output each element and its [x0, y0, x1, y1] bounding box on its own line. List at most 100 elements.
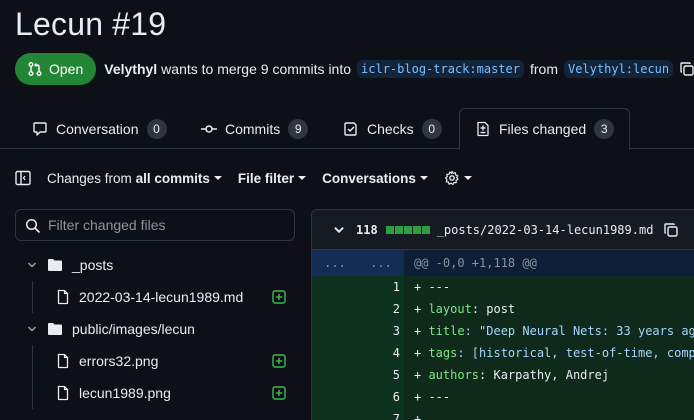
chevron-down-icon: [213, 176, 222, 180]
file-diff: 118 _posts/2022-03-14-lecun1989.md ... .…: [311, 209, 694, 420]
diffstat-square: [421, 225, 430, 234]
chevron-down-icon: [298, 176, 307, 180]
yaml-key: authors: [428, 368, 480, 382]
file-path[interactable]: _posts/2022-03-14-lecun1989.md: [437, 223, 654, 237]
chevron-down-icon: [27, 326, 37, 332]
folder-icon: [48, 259, 62, 271]
diffstat-square: [394, 225, 403, 234]
code-text: ---: [428, 390, 451, 404]
diff-line: 7 +: [312, 408, 694, 420]
file-filter-label: File filter: [237, 170, 295, 186]
diff-line: 1 + ---: [312, 276, 694, 298]
diff-line: 3 + title: "Deep Neural Nets: 33 years a…: [312, 320, 694, 342]
line-number[interactable]: 3: [358, 320, 404, 342]
pull-request-icon: [28, 62, 42, 76]
diff-line: 2 + layout: post: [312, 298, 694, 320]
file-diff-icon: [477, 121, 489, 137]
tab-count: 9: [288, 118, 309, 139]
diff-line: 4 + tags: [historical, test-of-time, com…: [312, 342, 694, 364]
tab-conversation[interactable]: Conversation 0: [32, 108, 167, 149]
changes-value: all commits: [135, 170, 210, 186]
file-icon: [57, 385, 69, 401]
pr-meta: Open Velythyl wants to merge 9 commits i…: [15, 53, 694, 85]
tree-label: lecun1989.png: [79, 385, 171, 401]
diff-line: 5 + authors: Karpathy, Andrej: [312, 364, 694, 386]
copy-icon[interactable]: [663, 222, 679, 238]
yaml-value: : Karpathy, Andrej: [479, 368, 610, 382]
toggle-sidebar-button[interactable]: [15, 170, 31, 186]
yaml-key: title: [428, 324, 465, 338]
hunk-text: @@ -0,0 +1,118 @@: [414, 256, 537, 270]
tab-label: Checks: [367, 120, 414, 137]
line-number[interactable]: 2: [358, 298, 404, 320]
checklist-icon: [344, 121, 357, 136]
changes-from-dropdown[interactable]: Changes from all commits: [47, 171, 222, 186]
tab-checks[interactable]: Checks 0: [343, 108, 442, 149]
from-text: from: [529, 61, 558, 77]
conversations-label: Conversations: [322, 170, 416, 186]
line-number[interactable]: 7: [358, 408, 404, 420]
yaml-key: layout: [428, 302, 472, 316]
folder-icon: [48, 323, 62, 335]
tree-file-errors32[interactable]: errors32.png: [15, 345, 295, 377]
search-icon: [25, 218, 41, 234]
chevron-down-icon: [27, 262, 37, 268]
diff-line: 6 + ---: [312, 386, 694, 408]
tab-label: Files changed: [499, 121, 587, 137]
settings-dropdown[interactable]: [444, 170, 472, 186]
merge-text: wants to merge 9 commits into: [161, 61, 352, 77]
line-number[interactable]: 1: [358, 276, 404, 298]
status-badge: Open: [15, 53, 97, 85]
diffstat-square: [403, 225, 412, 234]
line-number[interactable]: 4: [358, 342, 404, 364]
yaml-key: tags: [428, 346, 458, 360]
tree-label: 2022-03-14-lecun1989.md: [79, 289, 244, 305]
comment-icon: [33, 121, 47, 136]
tab-count: 0: [146, 118, 167, 139]
copy-icon[interactable]: [679, 61, 694, 77]
tree-label: public/images/lecun: [72, 321, 195, 337]
tab-count: 0: [421, 118, 442, 139]
line-number[interactable]: 6: [358, 386, 404, 408]
hunk-header: ... ... @@ -0,0 +1,118 @@: [312, 250, 694, 276]
changes-prefix: Changes from: [47, 170, 132, 186]
filter-files-input[interactable]: [48, 217, 288, 233]
tree-dir-images-lecun[interactable]: public/images/lecun: [15, 313, 295, 345]
file-added-icon: [272, 386, 286, 400]
file-icon: [57, 353, 69, 369]
file-added-icon: [272, 354, 286, 368]
author-link[interactable]: Velythyl: [104, 61, 157, 77]
tab-commits[interactable]: Commits 9: [201, 108, 309, 149]
diffstat-bar: [385, 225, 431, 234]
pr-title: Lecun #19: [15, 6, 167, 42]
tree-file-lecun1989-md[interactable]: 2022-03-14-lecun1989.md: [15, 281, 295, 313]
diffstat-square: [385, 225, 394, 234]
file-icon: [57, 289, 69, 305]
file-filter-dropdown[interactable]: File filter: [237, 170, 307, 186]
chevron-down-icon[interactable]: [332, 223, 346, 237]
code-text: ---: [428, 280, 451, 294]
tab-files-changed[interactable]: Files changed 3: [459, 108, 631, 150]
yaml-value: : "Deep Neural Nets: 33 years ago: [464, 324, 694, 338]
head-branch[interactable]: Velythyl:lecun: [563, 60, 674, 78]
tree-dir-posts[interactable]: _posts: [15, 249, 295, 281]
tab-count: 3: [594, 119, 615, 139]
chevron-down-icon: [419, 176, 428, 180]
additions-count: 118: [356, 222, 378, 237]
expand-up-button[interactable]: ...: [312, 250, 358, 276]
line-number[interactable]: 5: [358, 364, 404, 386]
diffstat-square: [412, 225, 421, 234]
filter-files-box: [15, 209, 295, 241]
conversations-dropdown[interactable]: Conversations: [322, 171, 428, 186]
status-label: Open: [49, 61, 84, 77]
diff-toolbar: Changes from all commits File filter Con…: [15, 166, 488, 190]
expand-down-button[interactable]: ...: [358, 250, 404, 276]
tab-label: Conversation: [56, 120, 139, 137]
yaml-value: : post: [471, 302, 516, 316]
yaml-value: : [historical, test-of-time, compu: [457, 346, 694, 360]
tree-file-lecun1989-png[interactable]: lecun1989.png: [15, 377, 295, 409]
tree-label: errors32.png: [79, 353, 159, 369]
base-branch[interactable]: iclr-blog-track:master: [357, 60, 524, 78]
sidebar-expand-icon: [15, 170, 31, 186]
tab-label: Commits: [225, 120, 281, 137]
